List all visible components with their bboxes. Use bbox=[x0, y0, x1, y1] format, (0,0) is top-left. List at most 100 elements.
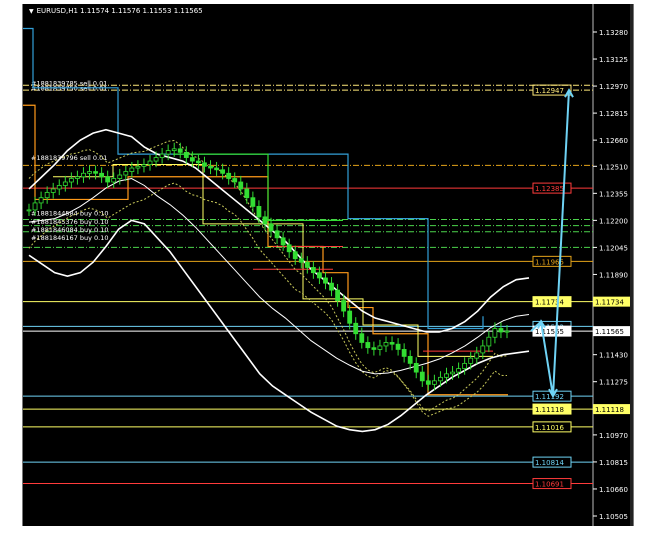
price-tick-label: 1.12660 bbox=[599, 137, 628, 145]
candle-body bbox=[419, 371, 425, 382]
candle-body bbox=[413, 362, 419, 373]
candle-body bbox=[377, 345, 383, 350]
bollinger-lower-band bbox=[28, 219, 530, 433]
candle-body bbox=[425, 380, 431, 385]
candle-body bbox=[75, 176, 80, 179]
chart-scrollbar[interactable] bbox=[630, 4, 633, 526]
candle-body bbox=[268, 223, 274, 232]
dropdown-triangle-icon[interactable]: ▼ bbox=[29, 8, 34, 15]
price-tick-label: 1.12200 bbox=[599, 217, 628, 225]
right-panel bbox=[632, 0, 651, 536]
chart-window[interactable]: 1.13280 1.13125 1.12970 1.12815 1.12660 1.125… bbox=[22, 4, 634, 526]
candle-body bbox=[401, 349, 407, 357]
candle-body bbox=[111, 178, 117, 183]
candle-body bbox=[450, 371, 455, 375]
candle-body bbox=[68, 178, 74, 183]
level-price-label: 1.11118 bbox=[535, 406, 564, 414]
candle-body bbox=[44, 192, 50, 199]
candle-body bbox=[226, 172, 232, 179]
candle-body bbox=[280, 237, 286, 246]
candle-body bbox=[389, 342, 395, 345]
level-price-label: 1.12385 bbox=[535, 185, 564, 193]
candle-body bbox=[323, 277, 328, 284]
price-tick-label: 1.13280 bbox=[599, 29, 628, 37]
level-price-label: 1.11016 bbox=[535, 424, 564, 432]
candle-body bbox=[129, 167, 135, 172]
candle-body bbox=[220, 169, 226, 174]
candle-body bbox=[474, 352, 480, 359]
order-label: #1881846167 buy 0.10 bbox=[31, 234, 109, 242]
candle-body bbox=[177, 148, 183, 153]
candle-body bbox=[504, 330, 510, 333]
terminal-frame: 1.13280 1.13125 1.12970 1.12815 1.12660 1.125… bbox=[0, 0, 651, 536]
ohlc-readout: 1.11574 1.11576 1.11553 1.11565 bbox=[80, 7, 203, 15]
candle-body bbox=[256, 206, 262, 218]
candle-body bbox=[50, 188, 56, 193]
candle-body bbox=[438, 376, 443, 382]
candle-body bbox=[335, 289, 340, 301]
left-panel bbox=[0, 0, 22, 536]
price-tick-label: 1.12045 bbox=[599, 244, 628, 252]
candle-body bbox=[250, 197, 256, 207]
candle-body bbox=[244, 188, 250, 199]
axis-price-label: 1.11734 bbox=[595, 299, 624, 307]
bollinger-middle-band bbox=[28, 177, 530, 375]
candle-body bbox=[202, 162, 207, 167]
candle-body bbox=[232, 178, 238, 183]
candle-body bbox=[371, 347, 377, 350]
candle-body bbox=[147, 160, 153, 165]
price-tick-label: 1.11890 bbox=[599, 271, 628, 279]
candle-body bbox=[26, 209, 32, 212]
price-tick-label: 1.11275 bbox=[599, 379, 628, 387]
candle-body bbox=[383, 342, 389, 347]
candle-body bbox=[165, 150, 171, 155]
order-label: #1881839796 sell 0.01 bbox=[31, 154, 107, 162]
candle-body bbox=[480, 345, 486, 354]
candle-body bbox=[153, 157, 159, 162]
candle-body bbox=[365, 342, 371, 349]
level-price-label: 1.11734 bbox=[535, 299, 564, 307]
candle-body bbox=[183, 151, 189, 158]
level-price-label: 1.11192 bbox=[535, 393, 564, 401]
price-tick-label: 1.10660 bbox=[599, 486, 628, 494]
candle-body bbox=[62, 181, 68, 186]
candle-body bbox=[492, 328, 498, 338]
candle-body bbox=[304, 261, 310, 268]
candle-body bbox=[123, 171, 129, 176]
candle-body bbox=[87, 171, 92, 174]
candle-body bbox=[462, 362, 468, 370]
price-chart[interactable]: 1.13280 1.13125 1.12970 1.12815 1.12660 1.125… bbox=[23, 4, 633, 526]
chart-title: ▼ EURUSD,H1 1.11574 1.11576 1.11553 1.115… bbox=[29, 7, 203, 15]
candle-body bbox=[456, 368, 461, 373]
candle-body bbox=[105, 176, 111, 183]
candle-body bbox=[117, 174, 123, 179]
order-label: #1881846084 buy 0.10 bbox=[31, 226, 109, 234]
candle-body bbox=[310, 267, 316, 274]
candle-body bbox=[214, 167, 219, 171]
price-tick-label: 1.10505 bbox=[599, 513, 628, 521]
axis-price-label: 1.11118 bbox=[595, 406, 624, 414]
candle-body bbox=[135, 165, 141, 169]
upper-channel-line bbox=[23, 27, 484, 330]
candle-body bbox=[81, 172, 86, 178]
candle-body bbox=[141, 164, 147, 167]
candle-body bbox=[486, 336, 492, 347]
candle-body bbox=[99, 172, 105, 178]
candle-body bbox=[353, 322, 359, 335]
candle-body bbox=[196, 160, 201, 164]
forecast-path bbox=[530, 90, 570, 397]
axis-price-label: 1.11565 bbox=[595, 328, 624, 336]
price-tick-label: 1.12815 bbox=[599, 110, 628, 118]
candle-body bbox=[395, 343, 401, 350]
price-tick-label: 1.12355 bbox=[599, 190, 628, 198]
candle-body bbox=[341, 300, 347, 312]
candle-body bbox=[468, 357, 474, 364]
candle-body bbox=[347, 310, 353, 324]
candle-body bbox=[274, 230, 280, 239]
price-tick-label: 1.13125 bbox=[599, 56, 628, 64]
price-tick-label: 1.12970 bbox=[599, 83, 628, 91]
price-tick-label: 1.12510 bbox=[599, 163, 628, 171]
candle-body bbox=[262, 216, 268, 225]
candle-body bbox=[208, 165, 213, 169]
candle-body bbox=[189, 157, 195, 162]
